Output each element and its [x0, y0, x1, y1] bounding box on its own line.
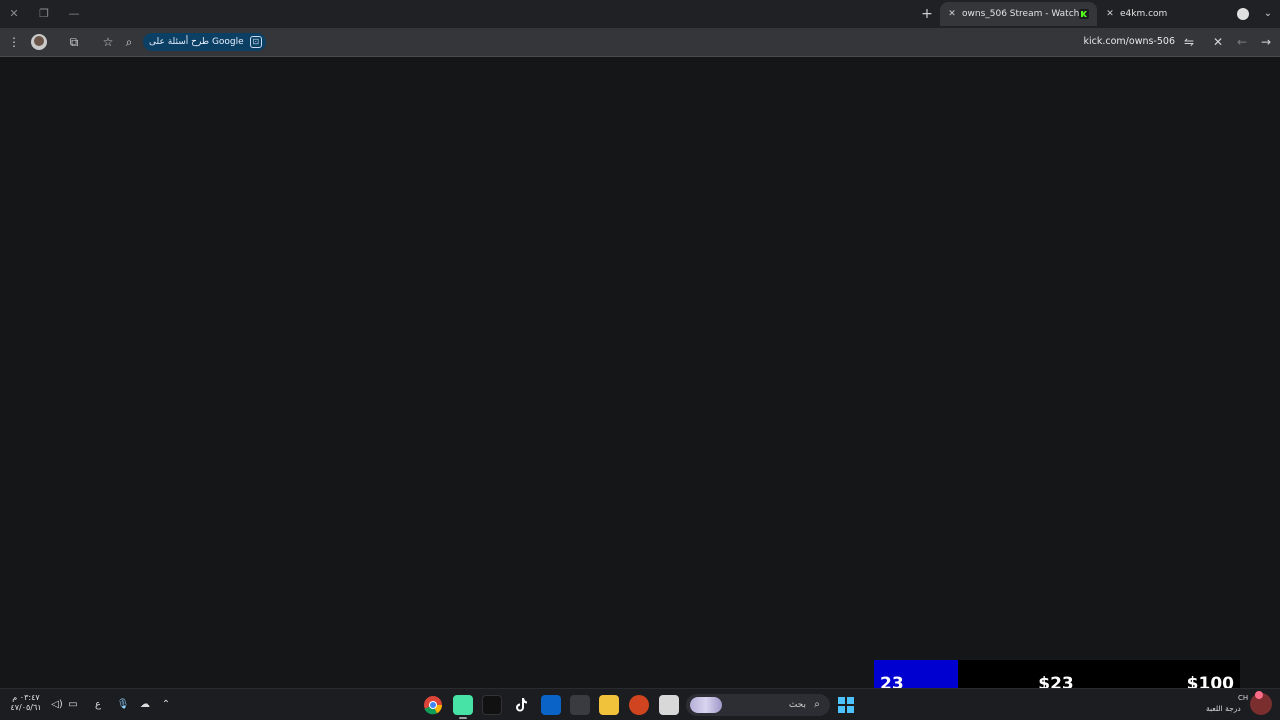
start-windows-icon[interactable] — [838, 697, 854, 713]
app-green-icon[interactable] — [453, 695, 473, 719]
tab-close-icon[interactable]: ✕ — [946, 2, 958, 26]
tab-search-chevron-icon[interactable]: ⌄ — [1260, 6, 1276, 22]
profile-icon[interactable] — [1237, 8, 1249, 20]
microphone-icon[interactable]: 🎙 — [116, 698, 130, 712]
tab-close-icon[interactable]: ✕ — [1104, 2, 1116, 26]
tiktok-icon[interactable] — [511, 695, 531, 715]
tab-kick-stream[interactable]: ✕ owns_506 Stream - Watch Live — [940, 2, 1097, 26]
onedrive-cloud-icon[interactable]: ☁ — [138, 698, 152, 712]
ask-google-icon: ⊡ — [249, 36, 262, 48]
bookmark-star-icon[interactable]: ☆ — [100, 34, 116, 50]
search-icon: ⌕ — [814, 699, 820, 710]
avatar[interactable] — [31, 34, 47, 50]
clock-time: ٠٣:٤٧ م — [12, 693, 40, 702]
tab-strip: ✕ ❐ — + ✕ owns_506 Stream - Watch Live ✕… — [0, 0, 1280, 28]
show-hidden-icons-chevron-icon[interactable]: ⌃ — [159, 698, 173, 712]
volume-icon[interactable]: ◁) — [50, 698, 64, 712]
app-window-icon[interactable] — [659, 695, 679, 715]
kick-favicon-icon — [1079, 9, 1089, 19]
menu-icon[interactable]: ⋮ — [6, 34, 22, 50]
stop-loading-icon[interactable]: ✕ — [1210, 34, 1226, 50]
network-icon[interactable]: ▭ — [66, 698, 80, 712]
chrome-icon[interactable] — [423, 695, 443, 715]
new-tab-button[interactable]: + — [918, 5, 936, 23]
taskbar-clock[interactable]: ٠٣:٤٧ م ٤٧/٠٥/٦١ — [8, 693, 44, 713]
tab-e4km[interactable]: ✕ e4km.com — [1098, 2, 1228, 26]
app-orange-icon[interactable] — [629, 695, 649, 715]
page-content — [0, 58, 1280, 688]
extensions-icon[interactable]: ⧉ — [66, 34, 82, 50]
tab-title: e4km.com — [1120, 9, 1168, 19]
back-icon[interactable]: ← — [1234, 34, 1250, 50]
keyboard-language-code[interactable]: CH — [1238, 694, 1248, 702]
search-highlight-art — [690, 697, 722, 713]
taskbar: ٠٣:٤٧ م ٤٧/٠٥/٦١ ◁) ▭ ع 🎙 ☁ ⌃ بحث ⌕ CH د… — [0, 688, 1280, 720]
site-settings-icon[interactable]: ⇋ — [1181, 34, 1197, 50]
tab-title: owns_506 Stream - Watch Live — [962, 9, 1080, 19]
forward-icon[interactable]: → — [1258, 34, 1274, 50]
address-bar-url[interactable]: kick.com/owns-506 — [1060, 28, 1176, 56]
microsoft-store-icon[interactable] — [570, 695, 590, 715]
ask-google-label: طرح أسئلة على Google — [149, 37, 244, 47]
ask-google-button[interactable]: طرح أسئلة على Google ⊡ — [143, 33, 266, 51]
file-explorer-icon[interactable] — [599, 695, 619, 715]
notification-avatar-icon[interactable] — [1250, 691, 1272, 715]
taskbar-search[interactable]: بحث ⌕ — [686, 694, 830, 716]
search-label: بحث — [788, 700, 806, 710]
window-maximize-icon[interactable]: ❐ — [36, 6, 52, 22]
input-language-indicator[interactable]: ع — [91, 698, 105, 712]
window-minimize-icon[interactable]: — — [66, 6, 82, 22]
capcut-icon[interactable] — [482, 695, 502, 715]
game-score-label: درجة اللعبة — [1206, 704, 1241, 713]
google-lens-icon[interactable]: ⌕ — [121, 34, 137, 50]
browser-toolbar: ⋮ ⧉ ☆ ⌕ طرح أسئلة على Google ⊡ kick.com/… — [0, 28, 1280, 57]
outlook-icon[interactable] — [541, 695, 561, 715]
clock-date: ٤٧/٠٥/٦١ — [10, 703, 42, 712]
window-close-icon[interactable]: ✕ — [6, 6, 22, 22]
